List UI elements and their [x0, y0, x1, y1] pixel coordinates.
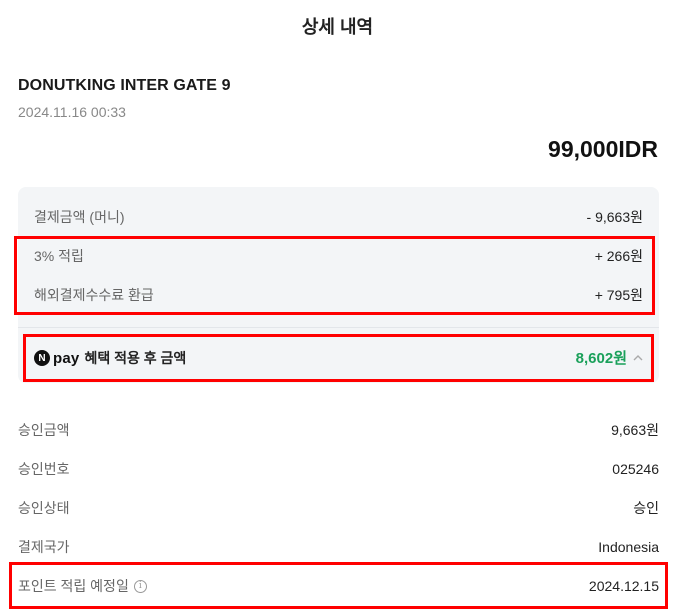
benefit-value-group: 8,602원: [576, 347, 643, 368]
detail-label: 포인트 적립 예정일: [18, 578, 129, 594]
summary-value: - 9,663원: [586, 209, 643, 225]
detail-row-payment-country: 결제국가 Indonesia: [18, 537, 659, 557]
summary-value: + 266원: [594, 248, 643, 264]
benefit-amount: 8,602원: [575, 350, 627, 367]
transaction-datetime: 2024.11.16 00:33: [18, 104, 126, 120]
benefit-label: 혜택 적용 후 금액: [84, 350, 187, 366]
detail-value: Indonesia: [598, 539, 659, 555]
detail-row-approval-number: 승인번호 025246: [18, 459, 659, 479]
summary-value: + 795원: [594, 287, 643, 303]
npay-text: pay: [53, 349, 80, 367]
summary-row-fee-refund: 해외결제수수료 환급 + 795원: [34, 285, 643, 305]
detail-label: 승인상태: [18, 500, 70, 516]
detail-value: 9,663원: [611, 422, 659, 438]
page-title: 상세 내역: [301, 17, 374, 37]
transaction-detail-page: 상세 내역 DONUTKING INTER GATE 9 2024.11.16 …: [0, 0, 675, 615]
benefit-toggle-row[interactable]: N pay 혜택 적용 후 금액 8,602원: [18, 327, 659, 383]
info-icon[interactable]: i: [133, 579, 147, 593]
detail-label: 결제국가: [18, 539, 70, 555]
detail-label: 승인번호: [18, 461, 70, 477]
npay-n-icon: N: [34, 350, 50, 366]
detail-label: 승인금액: [18, 422, 70, 438]
npay-logo: N pay 혜택 적용 후 금액: [34, 348, 186, 368]
detail-value: 025246: [612, 461, 659, 477]
summary-label: 해외결제수수료 환급: [34, 287, 154, 303]
detail-label-with-info: 포인트 적립 예정일 i: [18, 576, 147, 596]
detail-row-approval-status: 승인상태 승인: [18, 498, 659, 518]
detail-value: 승인: [633, 500, 659, 516]
merchant-name: DONUTKING INTER GATE 9: [18, 77, 231, 94]
transaction-amount: 99,000IDR: [548, 136, 658, 162]
detail-row-approved-amount: 승인금액 9,663원: [18, 420, 659, 440]
summary-label: 결제금액 (머니): [34, 209, 125, 225]
summary-row-reward: 3% 적립 + 266원: [34, 246, 643, 266]
chevron-up-icon[interactable]: [633, 353, 643, 363]
detail-row-point-date: 포인트 적립 예정일 i 2024.12.15: [18, 576, 659, 596]
detail-value: 2024.12.15: [588, 578, 659, 594]
summary-row-payment: 결제금액 (머니) - 9,663원: [34, 207, 643, 227]
summary-label: 3% 적립: [34, 248, 84, 264]
payment-summary-box: 결제금액 (머니) - 9,663원 3% 적립 + 266원 해외결제수수료 …: [18, 187, 659, 383]
